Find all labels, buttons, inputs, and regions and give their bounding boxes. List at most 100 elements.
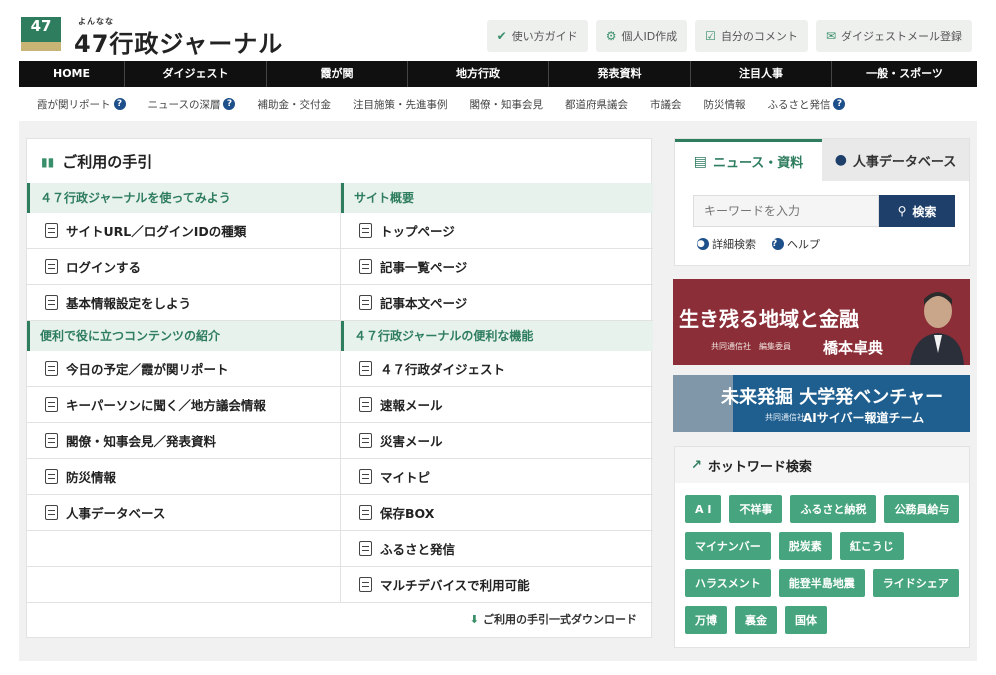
- download-guide-link[interactable]: ⬇ ご利用の手引一式ダウンロード: [470, 611, 637, 627]
- subnav-label: 市議会: [649, 98, 682, 111]
- hot-word-tag[interactable]: ふるさと納税: [790, 495, 877, 523]
- document-icon: [45, 361, 58, 376]
- hot-word-tag[interactable]: 国体: [785, 606, 827, 634]
- document-icon: [45, 397, 58, 412]
- nav-local-gov[interactable]: 地方行政: [408, 61, 549, 87]
- subnav-policies[interactable]: 注目施策・先進事例: [353, 97, 448, 112]
- guide-link[interactable]: 災害メール: [341, 423, 653, 459]
- search-panel: ▤ ニュース・資料 ● 人事データベース ⚲ 検索 ●詳細検索 ?ヘルプ: [674, 138, 970, 266]
- guide-link[interactable]: 保存BOX: [341, 495, 653, 531]
- subnav-label: ふるさと発信: [767, 98, 831, 111]
- my-comments-button[interactable]: ☑ 自分のコメント: [695, 20, 808, 52]
- guide-link[interactable]: マイトピ: [341, 459, 653, 495]
- help-icon[interactable]: ?: [113, 98, 126, 110]
- hot-word-tag[interactable]: 万博: [685, 606, 727, 634]
- search-input[interactable]: [693, 195, 879, 227]
- guide-link-label: 速報メール: [380, 398, 443, 413]
- hot-words-title: ホットワード検索: [707, 459, 812, 475]
- search-button[interactable]: ⚲ 検索: [879, 195, 955, 227]
- banner-regional-finance[interactable]: 生き残る地域と金融 共同通信社 編集委員 橋本卓典: [673, 279, 970, 365]
- guide-link[interactable]: 防災情報: [27, 459, 340, 495]
- search-links: ● 詳細検索 ? ヘルプ: [697, 236, 820, 252]
- help-link[interactable]: ? ヘルプ: [772, 236, 820, 252]
- guide-link[interactable]: ふるさと発信: [341, 531, 653, 567]
- create-id-button[interactable]: ⚙ 個人ID作成: [595, 20, 688, 52]
- guide-link-label: 人事データベース: [66, 506, 166, 521]
- guide-link[interactable]: 記事本文ページ: [341, 285, 653, 321]
- document-icon: ▤: [693, 153, 707, 170]
- download-label: ご利用の手引一式ダウンロード: [483, 613, 637, 626]
- tab-news-materials[interactable]: ▤ ニュース・資料: [675, 139, 822, 181]
- search-tabs: ▤ ニュース・資料 ● 人事データベース: [675, 139, 969, 181]
- guide-link[interactable]: ４７行政ダイジェスト: [341, 351, 653, 387]
- columnist-portrait: [910, 292, 964, 365]
- subnav-subsidies[interactable]: 補助金・交付金: [257, 97, 331, 112]
- subnav-news-depth[interactable]: ニュースの深層?: [148, 97, 236, 112]
- banner-university-ventures[interactable]: 未来発掘 大学発ベンチャー 共同通信社 AIサイバー報道チーム: [673, 375, 970, 432]
- guide-title-text: ご利用の手引: [62, 153, 153, 171]
- guide-link[interactable]: 閣僚・知事会見／発表資料: [27, 423, 340, 459]
- document-icon: [359, 433, 372, 448]
- usage-guide-panel: ▮▮ ご利用の手引 ４７行政ジャーナルを使ってみよう サイトURL／ログインID…: [26, 138, 653, 638]
- hot-word-tag[interactable]: A I: [685, 495, 722, 523]
- guide-link-label: ふるさと発信: [380, 542, 456, 557]
- empty-row: [27, 567, 340, 603]
- help-icon[interactable]: ?: [223, 98, 236, 110]
- subnav-city-assembly[interactable]: 市議会: [650, 97, 682, 112]
- guide-link[interactable]: ログインする: [27, 249, 340, 285]
- subnav-label: 補助金・交付金: [257, 98, 331, 111]
- guide-link[interactable]: 速報メール: [341, 387, 653, 423]
- subnav-kasumigaseki-report[interactable]: 霞が関リポート?: [37, 97, 126, 112]
- hot-word-tags: A I 不祥事 ふるさと納税 公務員給与 マイナンバー 脱炭素 紅こうじ ハラス…: [685, 495, 965, 634]
- subnav-disaster-info[interactable]: 防災情報: [703, 97, 745, 112]
- document-icon: [359, 223, 372, 238]
- guide-link[interactable]: マルチデバイスで利用可能: [341, 567, 653, 603]
- guide-link[interactable]: サイトURL／ログインIDの種類: [27, 213, 340, 249]
- main-nav: HOME ダイジェスト 霞が関 地方行政 発表資料 注目人事 一般・スポーツ: [19, 61, 977, 87]
- guide-link[interactable]: キーパーソンに聞く／地方議会情報: [27, 387, 340, 423]
- nav-releases[interactable]: 発表資料: [549, 61, 691, 87]
- guide-link[interactable]: 人事データベース: [27, 495, 340, 531]
- nav-home[interactable]: HOME: [19, 61, 125, 87]
- guide-title: ▮▮ ご利用の手引: [41, 151, 152, 172]
- digest-mail-button[interactable]: ✉ ダイジェストメール登録: [815, 20, 972, 52]
- document-icon: [45, 433, 58, 448]
- usage-guide-button[interactable]: ✔ 使い方ガイド: [486, 20, 588, 52]
- hot-word-tag[interactable]: 裏金: [735, 606, 777, 634]
- subnav-press-conferences[interactable]: 閣僚・知事会見: [469, 97, 543, 112]
- banner2-team: AIサイバー報道チーム: [803, 411, 925, 425]
- hot-word-tag[interactable]: 脱炭素: [778, 532, 832, 560]
- hot-word-tag[interactable]: 公務員給与: [884, 495, 960, 523]
- site-logo[interactable]: 47: [21, 17, 61, 51]
- nav-digest[interactable]: ダイジェスト: [125, 61, 267, 87]
- nav-general-sports[interactable]: 一般・スポーツ: [832, 61, 977, 87]
- guide-link[interactable]: トップページ: [341, 213, 653, 249]
- guide-link[interactable]: 今日の予定／霞が関リポート: [27, 351, 340, 387]
- guide-link-label: ログインする: [66, 260, 142, 275]
- search-button-label: 検索: [912, 204, 937, 219]
- guide-link-label: 保存BOX: [380, 506, 435, 521]
- hot-word-tag[interactable]: ハラスメント: [685, 569, 771, 597]
- hot-word-tag[interactable]: ライドシェア: [872, 569, 959, 597]
- guide-link-label: 災害メール: [380, 434, 443, 449]
- guide-link[interactable]: 基本情報設定をしよう: [27, 285, 340, 321]
- help-icon[interactable]: ?: [833, 98, 846, 110]
- tab-personnel-database[interactable]: ● 人事データベース: [822, 139, 969, 181]
- site-title[interactable]: 47行政ジャーナル: [74, 24, 283, 59]
- hot-word-tag[interactable]: 紅こうじ: [839, 532, 904, 560]
- nav-kasumigaseki[interactable]: 霞が関: [267, 61, 408, 87]
- hot-words-panel: ↗ ホットワード検索 A I 不祥事 ふるさと納税 公務員給与 マイナンバー 脱…: [674, 446, 970, 648]
- subnav-label: 閣僚・知事会見: [469, 98, 543, 111]
- header-buttons: ✔ 使い方ガイド ⚙ 個人ID作成 ☑ 自分のコメント ✉ ダイジェストメール登…: [486, 20, 972, 52]
- advanced-search-label: 詳細検索: [712, 238, 756, 251]
- info-icon: ●: [697, 238, 709, 250]
- subnav-furusato[interactable]: ふるさと発信?: [767, 97, 846, 112]
- nav-personnel[interactable]: 注目人事: [691, 61, 832, 87]
- hot-word-tag[interactable]: 能登半島地震: [778, 569, 865, 597]
- guide-link[interactable]: 記事一覧ページ: [341, 249, 653, 285]
- hot-word-tag[interactable]: 不祥事: [729, 495, 783, 523]
- guide-link-label: 今日の予定／霞が関リポート: [66, 362, 229, 377]
- hot-word-tag[interactable]: マイナンバー: [685, 532, 771, 560]
- advanced-search-link[interactable]: ● 詳細検索: [697, 236, 756, 252]
- subnav-prefectural-assembly[interactable]: 都道府県議会: [565, 97, 628, 112]
